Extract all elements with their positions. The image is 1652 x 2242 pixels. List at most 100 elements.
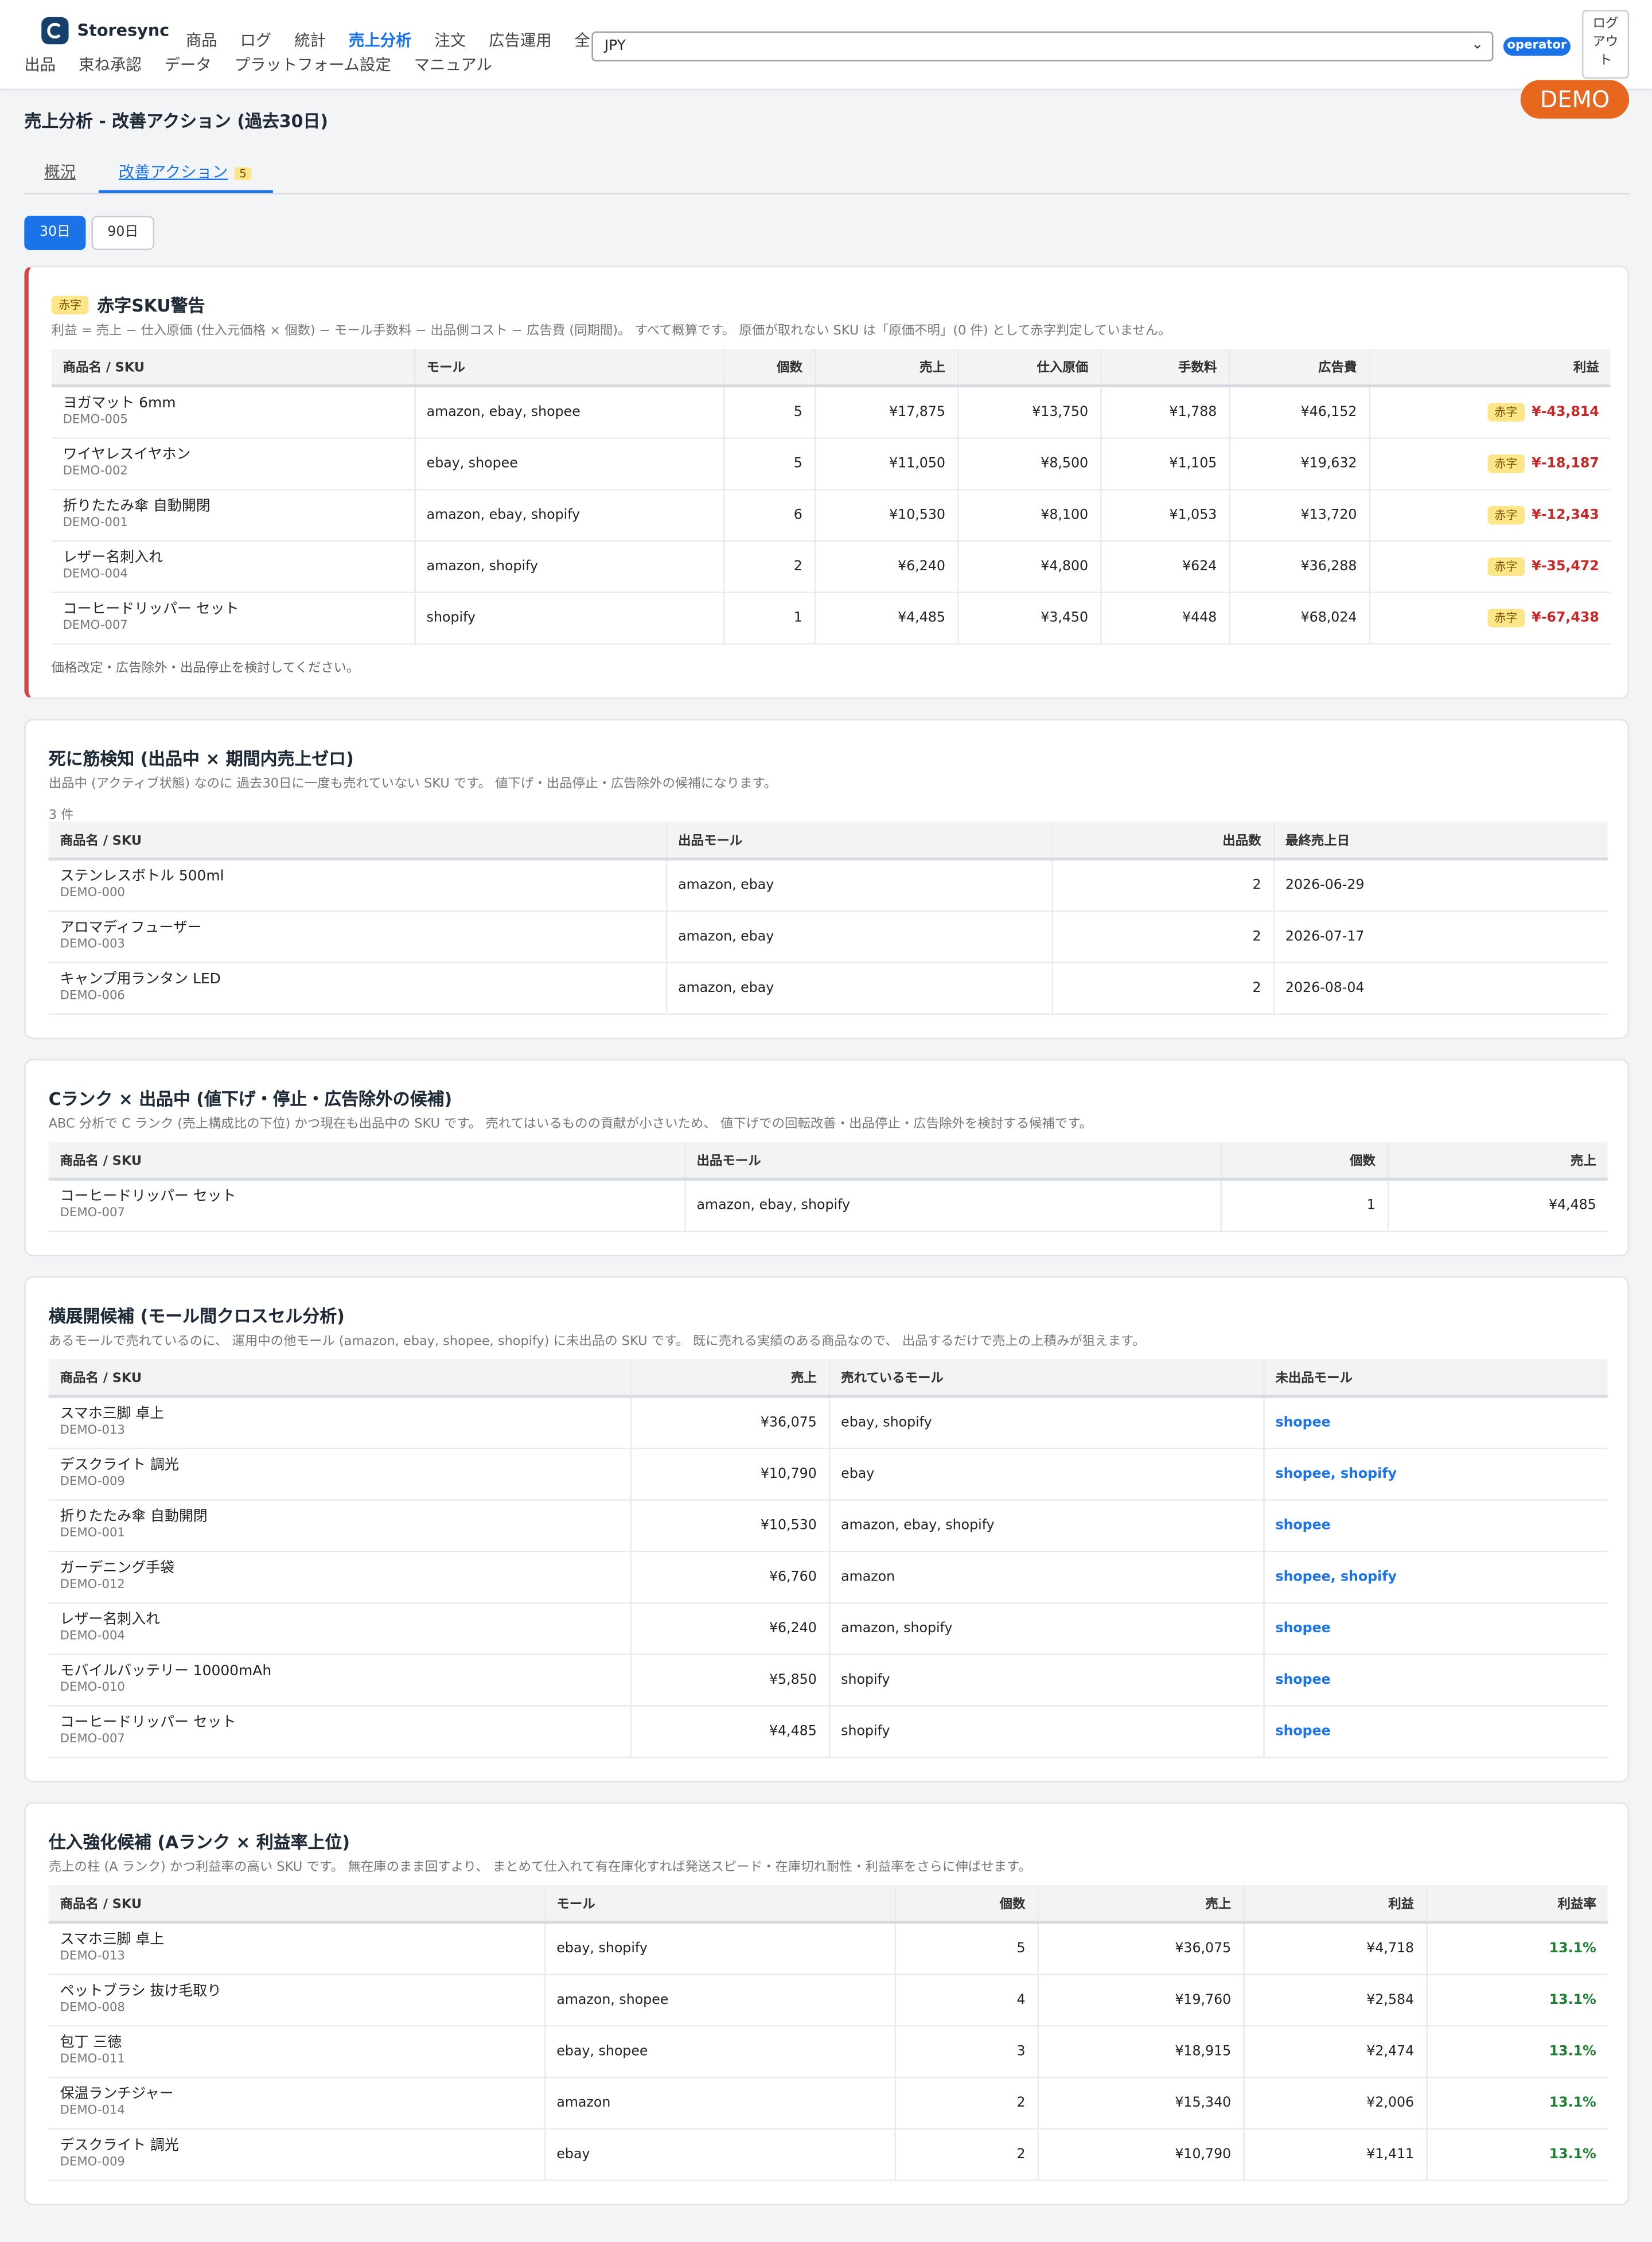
missing-malls-cell: shopee, shopify — [1263, 1447, 1608, 1500]
product-sku: DEMO-002 — [63, 464, 128, 478]
loss-card-description: 利益 = 売上 − 仕入原価 (仕入元価格 × 個数) − モール手数料 − 出… — [51, 324, 1171, 339]
nav-item-sales-analysis[interactable]: 売上分析 — [349, 29, 412, 52]
table-row: スマホ三脚 卓上 DEMO-013 ¥36,075 ebay, shopify shop… — [48, 1396, 1608, 1449]
nav-item-products[interactable]: 商品 — [186, 29, 217, 52]
cost-cell: ¥3,450 — [957, 591, 1101, 644]
product-cell: モバイルバッテリー 10000mAh DEMO-010 — [48, 1653, 631, 1706]
nav-item-bundle-approval[interactable]: 束ね承認 — [79, 53, 142, 76]
missing-malls-cell: shopee — [1263, 1705, 1608, 1758]
loss-table: 商品名 / SKU モール 個数 売上 仕入原価 手数料 広告費 利益 ヨガマッ… — [51, 348, 1611, 644]
product-sku: DEMO-004 — [60, 1628, 125, 1643]
app-name: Storesync — [77, 20, 170, 40]
table-row: コーヒードリッパー セット DEMO-007 ¥4,485 shopify shopee — [48, 1705, 1608, 1758]
main-nav-second-row: 出品 束ね承認 データ プラットフォーム設定 マニュアル — [24, 53, 492, 76]
table-row: 包丁 三徳 DEMO-011 ebay, shopee 3 ¥18,915 ¥2,474 1… — [48, 2025, 1608, 2078]
sales-cell: ¥19,760 — [1037, 1974, 1244, 2026]
product-cell: コーヒードリッパー セット DEMO-007 — [51, 591, 415, 644]
product-sku: DEMO-012 — [60, 1577, 125, 1592]
product-sku: DEMO-013 — [60, 1949, 125, 1964]
loss-sku-card: 赤字 赤字SKU警告 利益 = 売上 − 仕入原価 (仕入元価格 × 個数) − … — [24, 266, 1630, 699]
cross-card-title: 横展開候補 (モール間クロスセル分析) — [48, 1306, 345, 1326]
product-sku: DEMO-010 — [60, 1680, 125, 1695]
sales-cell: ¥6,240 — [630, 1602, 830, 1655]
qty-cell: 2 — [894, 2128, 1038, 2181]
col-header: 個数 — [1220, 1142, 1389, 1181]
product-sku: DEMO-007 — [60, 1206, 125, 1220]
product-sku: DEMO-000 — [60, 885, 125, 900]
nav-item-logs[interactable]: ログ — [240, 29, 272, 52]
fee-cell: ¥448 — [1100, 591, 1230, 644]
logout-button[interactable]: ログ アウト — [1581, 10, 1630, 79]
col-header: 手数料 — [1100, 348, 1230, 388]
profit-rate-cell-value: 13.1% — [1549, 1991, 1596, 2008]
currency-select[interactable]: JPY ⌄ — [591, 31, 1494, 62]
sales-cell: ¥4,485 — [815, 591, 959, 644]
range-90d-button[interactable]: 90日 — [91, 216, 155, 250]
stock-up-card-description: 売上の柱 (A ランク) かつ利益率の高い SKU です。 無在庫のまま回すより… — [48, 1860, 1031, 1875]
profit-value: ¥-43,814 — [1532, 404, 1599, 420]
nav-item-platform-settings[interactable]: プラットフォーム設定 — [235, 53, 391, 76]
nav-item-listing[interactable]: 出品 — [24, 53, 56, 76]
sales-cell: ¥5,850 — [630, 1653, 830, 1706]
tab-improvement-actions[interactable]: 改善アクション 5 — [119, 160, 251, 183]
table-row: ステンレスボトル 500ml DEMO-000 amazon, ebay 2 2026-… — [48, 859, 1608, 912]
profit-rate-cell-value: 13.1% — [1549, 2095, 1596, 2111]
table-row: キャンプ用ランタン LED DEMO-006 amazon, ebay 2 2026-0… — [48, 962, 1608, 1014]
malls-cell: ebay, shopee — [544, 2025, 895, 2078]
nav-item-all[interactable]: 全 — [575, 29, 590, 52]
tab-improvement-actions-label: 改善アクション — [118, 163, 228, 182]
malls-cell: shopify — [414, 591, 724, 644]
profit-cell: 赤字 ¥-67,438 — [1369, 591, 1611, 644]
profit-rate-cell: 13.1% — [1426, 1974, 1608, 2026]
product-name: スマホ三脚 卓上 — [60, 1406, 165, 1422]
table-row: レザー名刺入れ DEMO-004 ¥6,240 amazon, shopify shop… — [48, 1602, 1608, 1655]
table-row: ヨガマット 6mm DEMO-005 amazon, ebay, shopee 5 ¥1… — [51, 386, 1611, 438]
product-cell: スマホ三脚 卓上 DEMO-013 — [48, 1396, 631, 1449]
product-cell: 折りたたみ傘 自動開閉 DEMO-001 — [51, 489, 415, 541]
malls-cell: ebay, shopee — [414, 437, 724, 490]
dead-count: 3 件 — [48, 809, 74, 823]
profit-value: ¥-12,343 — [1532, 507, 1599, 523]
product-name: ヨガマット 6mm — [63, 395, 176, 411]
table-row: ワイヤレスイヤホン DEMO-002 ebay, shopee 5 ¥11,050 ¥8,… — [51, 437, 1611, 490]
profit-rate-cell: 13.1% — [1426, 2025, 1608, 2078]
profit-value: ¥-18,187 — [1532, 455, 1599, 471]
product-name: ガーデニング手袋 — [60, 1560, 174, 1576]
tab-overview[interactable]: 概況 — [44, 160, 76, 183]
nav-item-ads[interactable]: 広告運用 — [489, 29, 552, 52]
nav-item-stats[interactable]: 統計 — [294, 29, 326, 52]
sales-cell: ¥6,240 — [815, 540, 959, 593]
range-30d-button[interactable]: 30日 — [24, 216, 86, 250]
qty-cell: 5 — [723, 386, 816, 438]
product-cell: レザー名刺入れ DEMO-004 — [48, 1602, 631, 1655]
table-row: 折りたたみ傘 自動開閉 DEMO-001 amazon, ebay, shopify… — [51, 489, 1611, 541]
col-header: 売上 — [630, 1359, 830, 1398]
product-cell: 包丁 三徳 DEMO-011 — [48, 2025, 546, 2078]
product-cell: デスクライト 調光 DEMO-009 — [48, 2128, 546, 2181]
role-badge: operator — [1503, 37, 1571, 56]
col-header: 商品名 / SKU — [48, 1359, 631, 1398]
nav-item-orders[interactable]: 注文 — [434, 29, 466, 52]
dead-table: 商品名 / SKU 出品モール 出品数 最終売上日 ステンレスボトル 500ml… — [48, 822, 1608, 1014]
product-name: モバイルバッテリー 10000mAh — [60, 1663, 272, 1679]
table-row: デスクライト 調光 DEMO-009 ebay 2 ¥10,790 ¥1,411 13.1% — [48, 2128, 1608, 2181]
nav-item-data[interactable]: データ — [164, 53, 211, 76]
profit-value: ¥-35,472 — [1532, 558, 1599, 574]
product-name: キャンプ用ランタン LED — [60, 971, 221, 987]
profit-rate-cell-value: 13.1% — [1549, 2043, 1596, 2059]
product-sku: DEMO-006 — [60, 988, 125, 1003]
missing-malls-cell-value: shopee, shopify — [1275, 1465, 1397, 1482]
product-cell: 保温ランチジャー DEMO-014 — [48, 2076, 546, 2129]
product-name: 包丁 三徳 — [60, 2034, 122, 2050]
product-cell: ペットブラシ 抜け毛取り DEMO-008 — [48, 1974, 546, 2026]
missing-malls-cell-value: shopee — [1275, 1671, 1331, 1687]
malls-cell: amazon, ebay — [665, 962, 1053, 1014]
product-sku: DEMO-011 — [60, 2052, 125, 2066]
main-nav: 商品 ログ 統計 売上分析 注文 広告運用 全 — [186, 29, 590, 52]
tab-bar: 概況 改善アクション 5 — [24, 151, 1630, 194]
product-cell: スマホ三脚 卓上 DEMO-013 — [48, 1922, 546, 1975]
product-sku: DEMO-009 — [60, 1474, 125, 1489]
nav-item-manual[interactable]: マニュアル — [414, 53, 492, 76]
col-header: 売れているモール — [828, 1359, 1264, 1398]
qty-cell: 2 — [894, 2076, 1038, 2129]
